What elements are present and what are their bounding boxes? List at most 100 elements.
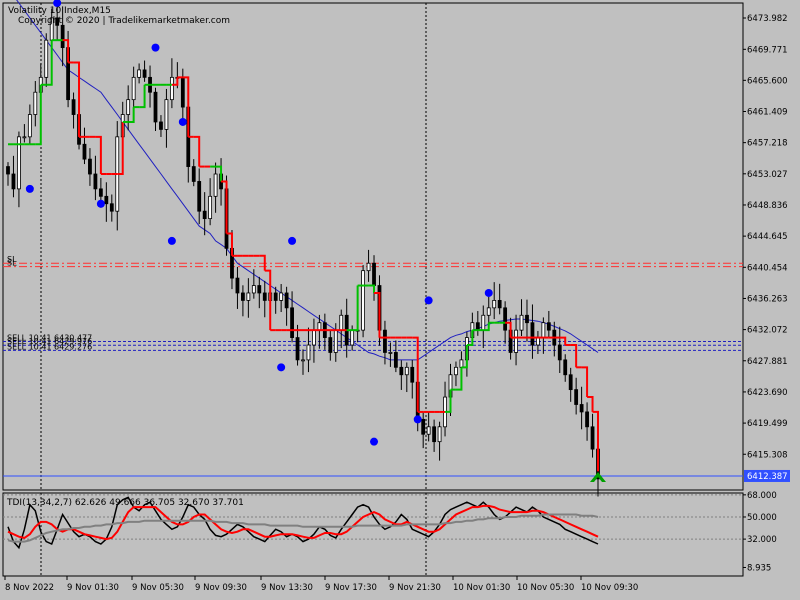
candle-body: [459, 359, 464, 368]
candle-body: [541, 322, 546, 338]
signal-dot: [288, 236, 297, 245]
candle-body: [82, 143, 87, 160]
candle-body: [197, 181, 202, 212]
price-tick-label: 6461.409: [747, 107, 788, 117]
candle-body: [546, 322, 551, 331]
price-tick-label: 6457.218: [747, 139, 788, 149]
time-tick-label: 10 Nov 01:30: [453, 583, 510, 593]
signal-dot: [151, 43, 160, 52]
level-label: SELL 10.41 6429.276: [7, 342, 92, 351]
candle-body: [131, 76, 136, 101]
candle-body: [71, 99, 76, 115]
time-tick-label: 10 Nov 09:30: [581, 583, 638, 593]
signal-dot: [484, 288, 493, 297]
candle-body: [22, 136, 27, 139]
signal-dot: [167, 236, 176, 245]
candle-body: [393, 352, 398, 368]
candle-body: [295, 337, 300, 361]
candle-body: [191, 166, 196, 182]
candle-body: [590, 426, 595, 450]
candle-body: [454, 366, 458, 376]
time-tick-label: 9 Nov 21:30: [389, 583, 441, 593]
price-tick-label: 6423.690: [747, 388, 788, 398]
candle-body: [399, 366, 404, 376]
candle-body: [585, 411, 589, 428]
price-tick-label: 6444.645: [747, 232, 788, 242]
tdi-tick-label: 50.000: [747, 513, 777, 523]
candle-body: [27, 114, 32, 138]
candle-body: [372, 262, 376, 286]
candle-body: [246, 292, 251, 301]
candle-body: [44, 39, 49, 78]
candle-body: [404, 366, 409, 376]
time-tick-label: 8 Nov 2022: [5, 583, 54, 593]
candle-body: [317, 322, 322, 331]
candle-body: [262, 292, 267, 301]
candle-body: [563, 359, 568, 376]
time-tick-label: 9 Nov 13:30: [261, 583, 313, 593]
candle-body: [557, 344, 562, 361]
price-tick-label: 6427.881: [747, 357, 788, 367]
time-tick-label: 9 Nov 17:30: [325, 583, 377, 593]
candle-body: [284, 292, 289, 309]
copyright-text: Copyright © 2020 | Tradelikemarketmaker.…: [18, 16, 230, 26]
candle-body: [383, 329, 387, 353]
signal-dot: [413, 415, 422, 424]
candle-body: [568, 374, 573, 391]
candle-body: [164, 99, 169, 130]
candle-body: [126, 99, 131, 115]
signal-dot: [424, 296, 433, 305]
signal-dot: [25, 184, 34, 193]
time-tick-label: 9 Nov 05:30: [132, 583, 184, 593]
level-label: SL: [7, 259, 17, 268]
signal-dot: [370, 437, 379, 446]
time-tick-label: 9 Nov 01:30: [67, 583, 119, 593]
candle-body: [306, 344, 311, 361]
candle-body: [361, 270, 365, 331]
main-price-panel[interactable]: [2, 2, 744, 491]
candle-body: [11, 173, 16, 190]
candle-body: [432, 426, 437, 443]
price-tick-label: 6469.771: [747, 45, 788, 55]
tdi-tick-label: 68.000: [747, 491, 777, 501]
candle-body: [142, 69, 147, 78]
candle-body: [475, 322, 480, 331]
candle-body: [421, 418, 426, 435]
signal-dot: [96, 199, 105, 208]
candle-body: [290, 307, 294, 338]
candle-body: [579, 404, 584, 413]
price-tick-label: 6465.600: [747, 76, 788, 86]
tdi-tick-label: 32.000: [747, 535, 777, 545]
tdi-tick-label: 8.935: [747, 563, 771, 573]
candle-body: [388, 352, 393, 354]
candle-body: [93, 173, 98, 190]
candle-body: [180, 76, 185, 108]
price-tick-label: 6415.308: [747, 450, 788, 460]
time-tick-label: 10 Nov 05:30: [517, 583, 574, 593]
candle-body: [333, 329, 338, 353]
candle-body: [574, 389, 579, 405]
candle-body: [257, 285, 262, 294]
candle-body: [503, 307, 508, 331]
current-price-label: 6412.387: [747, 472, 788, 482]
candle-body: [525, 314, 529, 324]
price-tick-label: 6448.836: [747, 201, 788, 211]
candle-body: [486, 307, 491, 316]
signal-dot: [277, 363, 286, 372]
candle-body: [6, 166, 10, 175]
time-tick-label: 9 Nov 09:30: [195, 583, 247, 593]
candle-body: [481, 314, 486, 331]
candle-body: [213, 173, 218, 197]
trading-chart[interactable]: SLSLSELL 10.41 6430.477SELL 10.41 6429.9…: [0, 0, 800, 600]
candle-body: [350, 329, 355, 346]
candle-body: [109, 203, 114, 212]
candle-body: [339, 314, 344, 331]
signal-dot: [178, 117, 187, 126]
candle-body: [301, 359, 305, 362]
candle-body: [530, 322, 535, 346]
candle-body: [208, 195, 213, 220]
candle-body: [153, 91, 158, 123]
candle-body: [328, 337, 333, 353]
candle-body: [98, 188, 103, 197]
candle-body: [497, 300, 502, 309]
